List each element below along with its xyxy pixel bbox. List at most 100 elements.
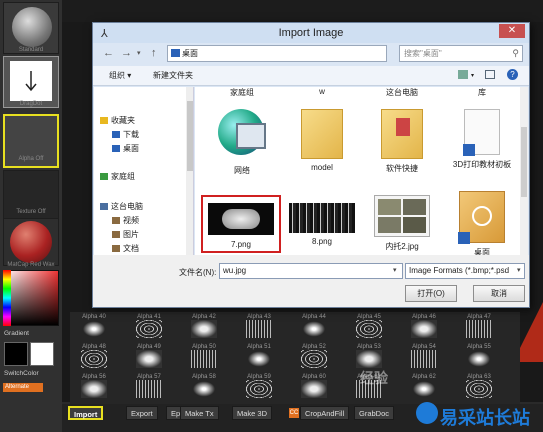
cc-icon[interactable]: CC: [289, 408, 299, 418]
alpha-preview: [411, 350, 437, 368]
alpha-thumbnail[interactable]: Alpha 55: [459, 344, 499, 368]
file-item-neituo2jpg[interactable]: 内托2.jpg: [367, 195, 437, 252]
desktop-folder-icon: [458, 191, 505, 244]
nav-item-label: 收藏夹: [111, 116, 135, 125]
file-list-scroll-thumb[interactable]: [521, 127, 527, 197]
alpha-thumbnail[interactable]: Alpha 53: [349, 344, 389, 368]
alpha-thumbnail[interactable]: Alpha 57: [129, 374, 169, 398]
file-item-3d-print-tutorial[interactable]: 3D打印教材初板: [447, 109, 517, 170]
alpha-thumbnail[interactable]: Alpha 47: [459, 314, 499, 338]
file-item-8png[interactable]: 8.png: [287, 203, 357, 246]
alternate-button[interactable]: Alternate: [3, 383, 43, 392]
network-globe-icon: [214, 105, 270, 161]
alpha-label: Alpha 58: [192, 374, 216, 380]
alpha-thumbnail[interactable]: Alpha 56: [74, 374, 114, 398]
stroke-preview: [10, 61, 52, 101]
alpha-thumbnail[interactable]: Alpha 48: [74, 344, 114, 368]
close-button[interactable]: ✕: [499, 24, 525, 38]
alpha-thumbnail[interactable]: Alpha 54: [404, 344, 444, 368]
import-image-dialog: ⅄ Import Image ✕ ← → ▾ ↑ 桌面 搜索"桌面" ⚲ 组织 …: [92, 22, 530, 308]
color-picker[interactable]: [3, 270, 59, 326]
secondary-color-swatch[interactable]: [30, 342, 54, 366]
alpha-preview: [301, 350, 327, 368]
alpha-preview: [411, 320, 437, 338]
organize-button[interactable]: 组织 ▾: [109, 70, 131, 81]
file-item-desktop[interactable]: 桌面: [447, 191, 517, 255]
make-tx-button[interactable]: Make Tx: [180, 406, 219, 420]
preview-pane-icon[interactable]: [485, 70, 495, 79]
nav-item-label: 下载: [123, 130, 139, 139]
file-name: 桌面: [474, 248, 490, 255]
nav-item[interactable]: 图片: [112, 229, 139, 240]
file-item-7png[interactable]: 7.png: [199, 195, 283, 253]
hue-strip[interactable]: [3, 270, 11, 326]
material-preview-icon: [10, 221, 52, 263]
file-item-w[interactable]: w: [287, 87, 357, 96]
alpha-thumbnail[interactable]: Alpha 42: [184, 314, 224, 338]
make-3d-button[interactable]: Make 3D: [232, 406, 273, 420]
material-selector[interactable]: [3, 218, 59, 266]
file-item-homegroup[interactable]: 家庭组: [207, 87, 277, 98]
file-item-network[interactable]: 网络: [207, 105, 277, 176]
dialog-title-bar[interactable]: ⅄ Import Image ✕: [93, 23, 529, 43]
watermark-logo-icon: [416, 402, 438, 424]
alpha-thumbnail[interactable]: Alpha 63: [459, 374, 499, 398]
image-thumbnail: [374, 195, 430, 237]
folder-icon: [171, 49, 180, 57]
view-options-icon[interactable]: [458, 70, 468, 79]
alpha-thumbnail[interactable]: Alpha 49: [129, 344, 169, 368]
alpha-thumbnail[interactable]: Alpha 43: [239, 314, 279, 338]
alpha-label: Alpha 40: [82, 314, 106, 320]
alpha-preview: [246, 350, 272, 368]
nav-pane-scroll-thumb[interactable]: [187, 101, 193, 171]
nav-item[interactable]: 收藏夹: [100, 115, 135, 126]
back-arrow-icon[interactable]: ←: [103, 47, 114, 59]
cancel-button[interactable]: 取消: [473, 285, 525, 302]
nav-item[interactable]: 视频: [112, 215, 139, 226]
search-input[interactable]: 搜索"桌面" ⚲: [399, 45, 523, 62]
crop-and-fill-button[interactable]: CropAndFill: [300, 406, 350, 420]
nav-item[interactable]: 桌面: [112, 143, 139, 154]
forward-arrow-icon[interactable]: →: [121, 47, 132, 59]
nav-item[interactable]: 下载: [112, 129, 139, 140]
up-arrow-icon[interactable]: ↑: [151, 47, 157, 59]
file-item-software-shortcuts[interactable]: 软件快捷: [367, 109, 437, 174]
alpha-thumbnail[interactable]: Alpha 59: [239, 374, 279, 398]
file-item-model[interactable]: model: [287, 109, 357, 172]
video-folder-icon: [112, 217, 120, 225]
nav-item[interactable]: 这台电脑: [100, 201, 143, 212]
alpha-thumbnail[interactable]: Alpha 41: [129, 314, 169, 338]
nav-item[interactable]: 家庭组: [100, 171, 135, 182]
file-item-library[interactable]: 库: [447, 87, 517, 98]
alpha-preview: [301, 320, 327, 338]
help-icon[interactable]: ?: [507, 69, 518, 80]
navigation-pane: 收藏夹下载桌面家庭组这台电脑视频图片文档下载音乐: [94, 87, 194, 255]
address-bar[interactable]: 桌面: [167, 45, 387, 62]
new-folder-button[interactable]: 新建文件夹: [153, 70, 193, 81]
main-color-swatch[interactable]: [4, 342, 28, 366]
alpha-thumbnail[interactable]: Alpha 62: [404, 374, 444, 398]
alpha-thumbnail[interactable]: Alpha 58: [184, 374, 224, 398]
grab-doc-button[interactable]: GrabDoc: [354, 406, 395, 420]
nav-item[interactable]: 文档: [112, 243, 139, 254]
alpha-thumbnail[interactable]: Alpha 52: [294, 344, 334, 368]
open-button[interactable]: 打开(O): [405, 285, 457, 302]
alpha-thumbnail[interactable]: Alpha 46: [404, 314, 444, 338]
alpha-label: Alpha 51: [247, 344, 271, 350]
file-type-select[interactable]: Image Formats (*.bmp;*.psd: [405, 263, 525, 279]
alpha-thumbnail[interactable]: Alpha 50: [184, 344, 224, 368]
alpha-thumbnail[interactable]: Alpha 44: [294, 314, 334, 338]
switch-color-button[interactable]: SwitchColor: [4, 370, 39, 377]
view-dropdown-icon[interactable]: ▾: [471, 72, 474, 79]
filename-dropdown-icon[interactable]: ▾: [393, 266, 397, 274]
file-item-this-pc[interactable]: 这台电脑: [367, 87, 437, 98]
alpha-thumbnail[interactable]: Alpha 40: [74, 314, 114, 338]
file-type-dropdown-icon[interactable]: ▾: [517, 266, 521, 274]
import-button[interactable]: Import: [68, 406, 104, 420]
alpha-thumbnail[interactable]: Alpha 51: [239, 344, 279, 368]
alpha-thumbnail[interactable]: Alpha 60: [294, 374, 334, 398]
filename-input[interactable]: wu.jpg: [219, 263, 403, 279]
alpha-thumbnail[interactable]: Alpha 45: [349, 314, 389, 338]
export-button[interactable]: Export: [126, 406, 158, 420]
history-dropdown-icon[interactable]: ▾: [137, 49, 141, 57]
